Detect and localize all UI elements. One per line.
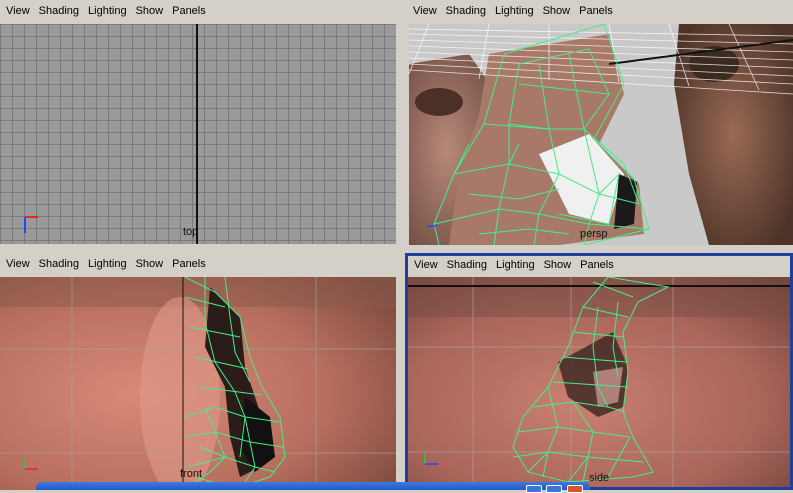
panel-menubar: View Shading Lighting Show Panels xyxy=(408,256,790,275)
menu-panels[interactable]: Panels xyxy=(169,253,212,275)
menu-panels[interactable]: Panels xyxy=(169,0,212,22)
menu-shading[interactable]: Shading xyxy=(443,0,492,22)
grid-axis-line xyxy=(196,24,198,244)
viewport-panel-persp[interactable]: View Shading Lighting Show Panels persp xyxy=(404,0,793,250)
axis-icon xyxy=(427,225,437,227)
menu-show[interactable]: Show xyxy=(133,0,170,22)
menu-panels[interactable]: Panels xyxy=(576,0,619,22)
menu-lighting[interactable]: Lighting xyxy=(85,253,133,275)
close-button[interactable] xyxy=(567,485,583,493)
menu-panels[interactable]: Panels xyxy=(577,256,620,275)
floating-window-titlebar[interactable] xyxy=(36,482,590,493)
viewport-top[interactable]: top xyxy=(0,24,396,244)
viewport-panel-side[interactable]: View Shading Lighting Show Panels side xyxy=(405,253,793,490)
menu-shading[interactable]: Shading xyxy=(444,256,493,275)
panel-menubar: View Shading Lighting Show Panels xyxy=(0,253,400,275)
menu-lighting[interactable]: Lighting xyxy=(493,256,541,275)
viewport-panel-front[interactable]: View Shading Lighting Show Panels front xyxy=(0,253,400,490)
viewport-side[interactable]: side xyxy=(408,277,790,487)
panel-menubar: View Shading Lighting Show Panels xyxy=(404,0,793,22)
menu-shading[interactable]: Shading xyxy=(36,253,85,275)
menu-lighting[interactable]: Lighting xyxy=(492,0,540,22)
viewport-persp[interactable]: persp xyxy=(409,24,793,245)
camera-label-top: top xyxy=(183,226,199,238)
viewport-front[interactable]: front xyxy=(0,277,396,490)
axis-icon xyxy=(424,453,438,465)
axis-icon xyxy=(24,216,38,233)
viewport-panel-top[interactable]: View Shading Lighting Show Panels top xyxy=(0,0,400,250)
axis-icon xyxy=(24,458,38,470)
menu-view[interactable]: View xyxy=(3,0,36,22)
camera-label-side: side xyxy=(589,472,610,484)
panel-menubar: View Shading Lighting Show Panels xyxy=(0,0,400,22)
camera-label-front: front xyxy=(180,468,203,480)
persp-scene xyxy=(409,24,793,245)
menu-view[interactable]: View xyxy=(3,253,36,275)
camera-label-persp: persp xyxy=(580,228,608,240)
minimize-button[interactable] xyxy=(526,485,542,493)
front-scene xyxy=(0,277,396,490)
menu-view[interactable]: View xyxy=(411,256,444,275)
menu-view[interactable]: View xyxy=(410,0,443,22)
maximize-button[interactable] xyxy=(546,485,562,493)
menu-shading[interactable]: Shading xyxy=(36,0,85,22)
menu-show[interactable]: Show xyxy=(540,0,577,22)
menu-show[interactable]: Show xyxy=(133,253,170,275)
menu-show[interactable]: Show xyxy=(541,256,578,275)
side-scene xyxy=(408,277,790,487)
menu-lighting[interactable]: Lighting xyxy=(85,0,133,22)
